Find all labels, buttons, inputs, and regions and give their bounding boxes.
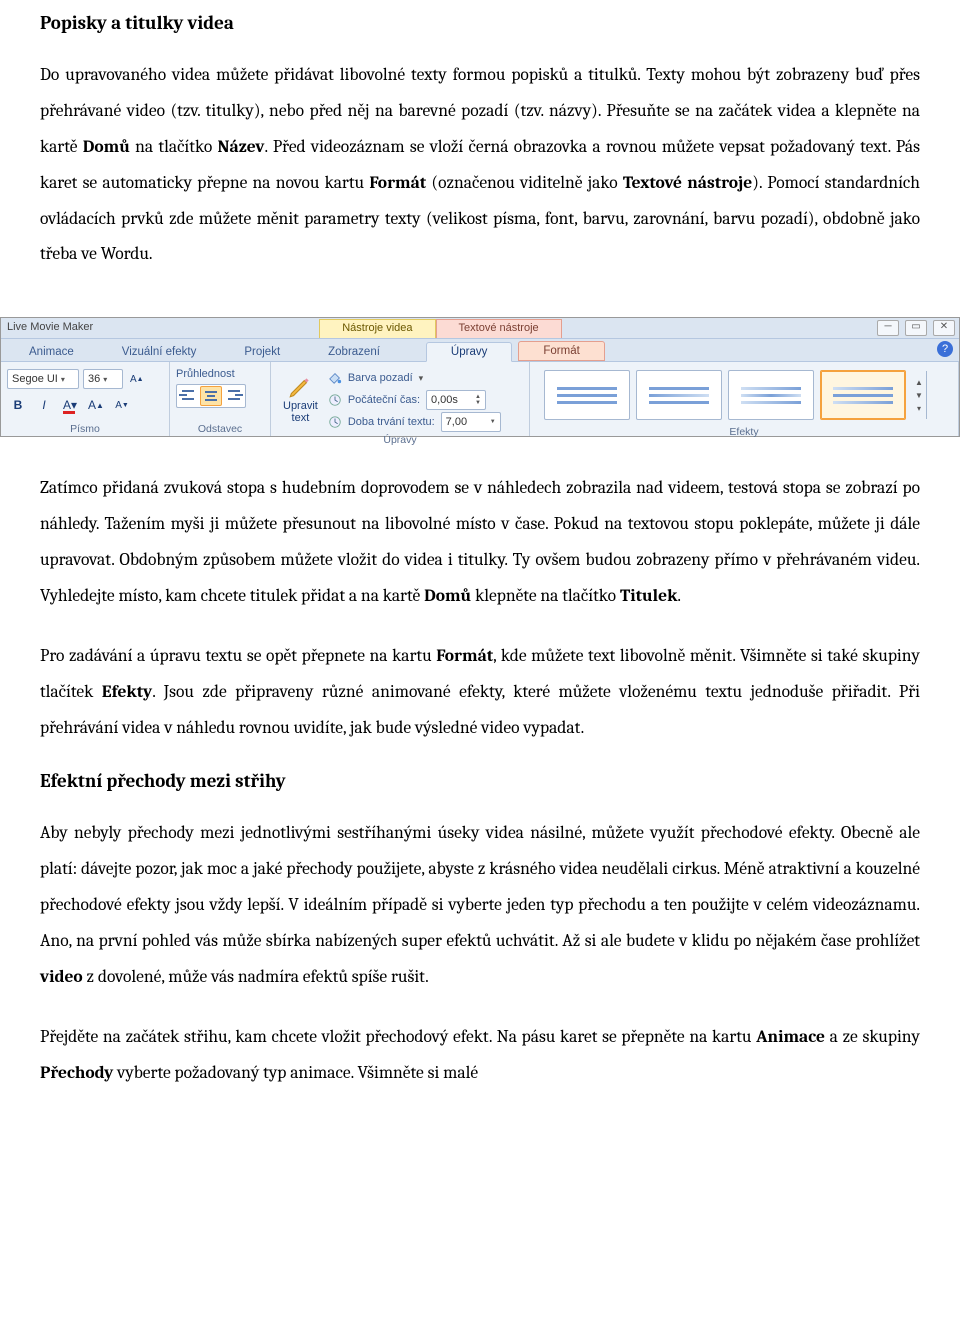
text: . <box>677 586 681 606</box>
font-color-button[interactable]: A▾ <box>59 394 81 416</box>
chevron-down-icon: ▾ <box>100 375 107 384</box>
chevron-down-icon: ▼ <box>915 391 923 400</box>
group-odstavec: Průhlednost Odstavec <box>170 362 271 436</box>
bold-domu: Domů <box>83 137 130 157</box>
group-label-efekty: Efekty <box>536 424 952 439</box>
group-efekty: ▲ ▼ ▾ Efekty <box>530 362 959 436</box>
contextual-tab-text[interactable]: Textové nástroje <box>436 319 562 338</box>
align-left-button[interactable] <box>178 386 198 404</box>
paragraph-4: Aby nebyly přechody mezi jednotlivými se… <box>40 816 920 995</box>
start-time-value: 0,00s <box>431 394 458 406</box>
help-icon[interactable]: ? <box>937 341 953 357</box>
tab-zobrazeni[interactable]: Zobrazení <box>304 343 404 361</box>
bg-color-label: Barva pozadí <box>348 372 413 384</box>
titlebar: Live Movie Maker Nástroje videa Textové … <box>1 318 959 339</box>
bold-video: video <box>40 967 83 987</box>
align-right-button[interactable] <box>224 386 244 404</box>
font-name-value: Segoe UI <box>12 373 58 385</box>
paragraph-1: Do upravovaného videa můžete přidávat li… <box>40 58 920 273</box>
tab-vizualni-efekty[interactable]: Vizuální efekty <box>98 343 221 361</box>
bold-nazev: Název <box>218 137 265 157</box>
chevron-down-icon: ▼ <box>490 419 496 425</box>
text: Pro zadávání a úpravu textu se opět přep… <box>40 646 436 666</box>
chevron-down-icon: ▾ <box>71 398 77 412</box>
effect-fade-left[interactable] <box>636 370 722 420</box>
bold-textove-nastroje: Textové nástroje <box>623 173 752 193</box>
bold-animace: Animace <box>756 1027 825 1047</box>
bold-label: B <box>14 398 23 412</box>
italic-label: I <box>42 398 45 412</box>
ribbon-tabs: Animace Vizuální efekty Projekt Zobrazen… <box>1 339 959 362</box>
bold-format: Formát <box>369 173 426 193</box>
chevron-up-icon: ▲ <box>915 378 923 387</box>
window-minimize-button[interactable]: ─ <box>877 320 899 336</box>
contextual-tab-video[interactable]: Nástroje videa <box>319 319 435 338</box>
transparency-button[interactable]: A▲ <box>127 368 147 390</box>
align-center-button[interactable] <box>200 386 222 406</box>
clock-icon <box>328 415 342 429</box>
text: a ze skupiny <box>825 1027 920 1047</box>
pencil-icon <box>287 374 313 400</box>
tab-upravy[interactable]: Úpravy <box>426 342 512 362</box>
ribbon-body: Segoe UI▾ 36▾ A▲ B I A▾ A▲ <box>1 362 959 436</box>
bold-prechody: Přechody <box>40 1063 113 1083</box>
heading-popisky: Popisky a titulky videa <box>40 12 920 34</box>
start-time-label: Počáteční čas: <box>348 394 420 406</box>
text: z dovolené, může vás nadmíra efektů spíš… <box>83 967 429 987</box>
group-label-upravy: Úpravy <box>277 432 523 447</box>
duration-value: 7,00 <box>446 416 467 428</box>
group-label-pismo: Písmo <box>7 421 163 436</box>
window-restore-button[interactable]: ▭ <box>905 320 927 336</box>
paint-bucket-icon <box>328 371 342 385</box>
font-size-value: 36 <box>88 373 100 385</box>
grow-font-button[interactable]: A▲ <box>85 394 107 416</box>
group-label-odstavec: Odstavec <box>176 421 264 436</box>
edit-text-button[interactable]: Upravit text <box>277 366 324 432</box>
bold-efekty: Efekty <box>102 682 152 702</box>
text: Aby nebyly přechody mezi jednotlivými se… <box>40 823 920 951</box>
tab-animace[interactable]: Animace <box>5 343 98 361</box>
paragraph-2: Zatímco přidaná zvuková stopa s hudebním… <box>40 471 920 615</box>
text: na tlačítko <box>130 137 218 157</box>
chevron-down-icon: ▾ <box>58 375 65 384</box>
bold-titulek: Titulek <box>620 586 677 606</box>
heading-prechody: Efektní přechody mezi střihy <box>40 770 920 792</box>
tab-format[interactable]: Formát <box>518 341 604 361</box>
italic-button[interactable]: I <box>33 394 55 416</box>
effect-none[interactable] <box>544 370 630 420</box>
duration-label: Doba trvání textu: <box>348 416 435 428</box>
group-upravy: Upravit text Barva pozadí ▾ Poč <box>271 362 530 436</box>
start-time-spinner[interactable]: 0,00s ▲▼ <box>426 390 486 410</box>
effect-fade-right[interactable] <box>820 370 906 420</box>
alignment-control <box>176 384 246 408</box>
window-close-button[interactable]: ✕ <box>933 320 955 336</box>
text: (označenou viditelně jako <box>426 173 623 193</box>
shrink-font-button[interactable]: A▼ <box>111 394 133 416</box>
clock-icon <box>328 393 342 407</box>
edit-text-label: Upravit text <box>283 400 318 424</box>
font-size-combo[interactable]: 36▾ <box>83 369 123 389</box>
text: vyberte požadovaný typ animace. Všimněte… <box>113 1063 478 1083</box>
tab-projekt[interactable]: Projekt <box>220 343 304 361</box>
text: . Jsou zde připraveny různé animované ef… <box>40 682 920 738</box>
text: Přejděte na začátek střihu, kam chcete v… <box>40 1027 756 1047</box>
transparency-label: Průhlednost <box>176 368 235 380</box>
group-pismo: Segoe UI▾ 36▾ A▲ B I A▾ A▲ <box>1 362 170 436</box>
spinner-arrows-icon: ▲▼ <box>475 394 481 406</box>
bold-button[interactable]: B <box>7 394 29 416</box>
text: klepněte na tlačítko <box>471 586 620 606</box>
dropdown-icon: ▾ <box>917 404 921 413</box>
duration-spinner[interactable]: 7,00 ▼ <box>441 412 501 432</box>
bold-domu: Domů <box>424 586 471 606</box>
effects-more-button[interactable]: ▲ ▼ ▾ <box>912 371 927 419</box>
paragraph-3: Pro zadávání a úpravu textu se opět přep… <box>40 639 920 747</box>
bold-format: Formát <box>436 646 493 666</box>
paragraph-5: Přejděte na začátek střihu, kam chcete v… <box>40 1020 920 1092</box>
effect-fade-center[interactable] <box>728 370 814 420</box>
app-title: Live Movie Maker <box>1 318 99 338</box>
ribbon-screenshot: Live Movie Maker Nástroje videa Textové … <box>0 317 960 437</box>
font-name-combo[interactable]: Segoe UI▾ <box>7 369 79 389</box>
chevron-down-icon[interactable]: ▾ <box>419 373 424 384</box>
